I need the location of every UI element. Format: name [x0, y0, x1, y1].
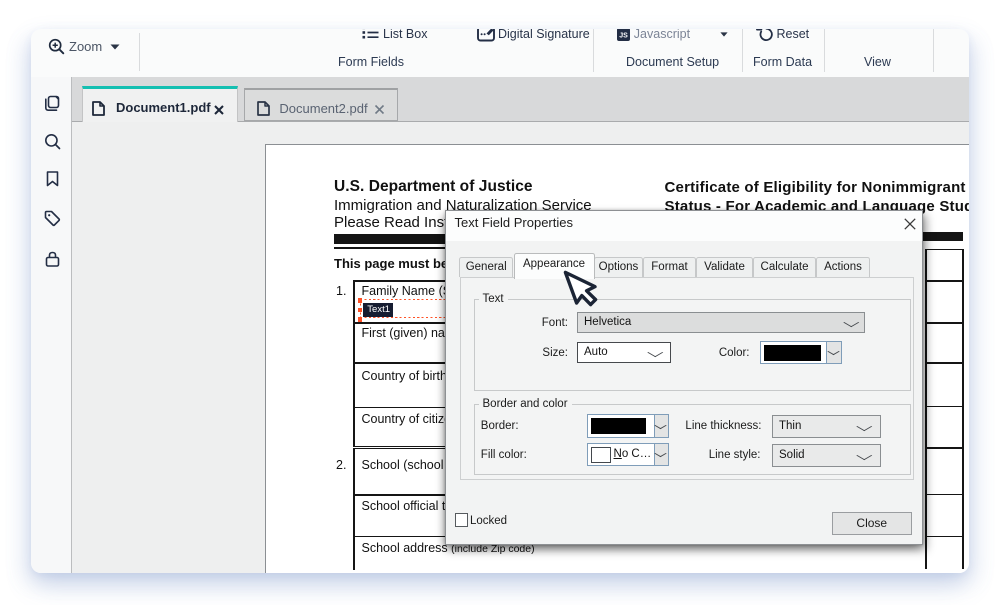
svg-text:JS: JS — [619, 32, 628, 39]
